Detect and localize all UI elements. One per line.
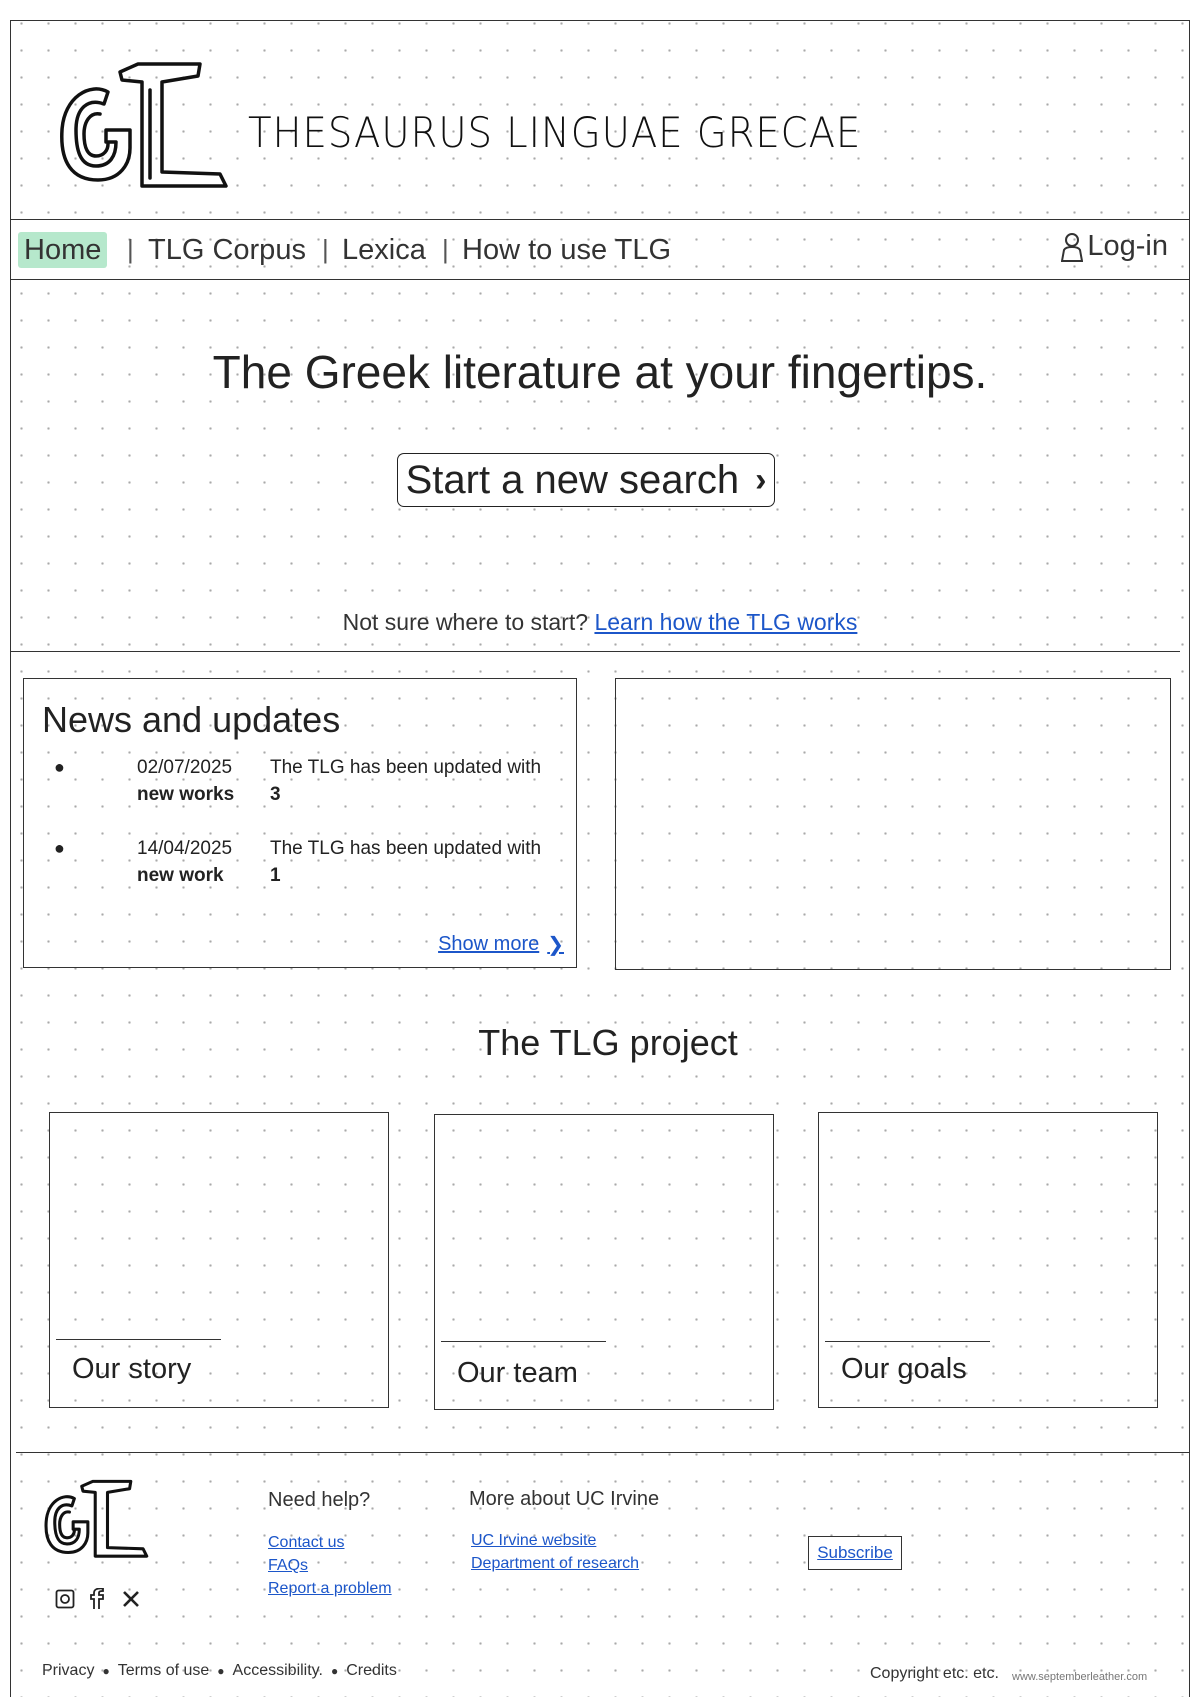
footer-help-heading: Need help? [268,1489,371,1511]
project-title: The TLG project [478,1022,738,1063]
footer-uc-heading: More about UC Irvine [469,1488,660,1510]
separator-dot: ● [217,1664,225,1678]
legal-links: Privacy ● Terms of use ● Accessibility. … [42,1662,397,1680]
nav-separator: | [442,234,449,264]
card-our-goals[interactable]: Our goals [818,1112,1158,1408]
tlg-logo[interactable] [50,52,230,202]
copyright-text: Copyright etc. etc. [870,1665,999,1682]
department-research-link[interactable]: Department of research [471,1555,639,1573]
card-divider [825,1341,990,1342]
separator-dot: ● [330,1664,339,1678]
facebook-icon[interactable] [86,1588,108,1610]
subscribe-button[interactable]: Subscribe [808,1536,902,1570]
bullet-icon: ● [54,838,65,858]
x-icon[interactable] [120,1588,142,1610]
help-hint: Not sure where to start? Learn how the T… [0,609,1200,636]
learn-tlg-link[interactable]: Learn how the TLG works [594,609,857,635]
chevron-right-icon: ❯ [547,934,564,956]
nav-item-home[interactable]: Home [18,232,108,268]
chevron-right-icon: › [755,460,767,499]
news-date: 02/07/2025 [137,757,233,778]
nav-item-how-to-use[interactable]: How to use TLG [456,232,677,268]
instagram-icon[interactable] [54,1588,76,1610]
separator-dot: ● [102,1664,110,1678]
footer-divider [16,1452,1190,1453]
nav-separator: | [127,234,134,264]
login-label: Log-in [1087,230,1168,262]
image-placeholder [615,678,1171,970]
news-count: 3 [270,784,281,805]
news-date: 14/04/2025 [137,838,233,859]
show-more-label: Show more [438,933,540,955]
nav-separator: | [322,234,329,264]
credits-link[interactable]: Credits [346,1662,397,1680]
news-panel: News and updates ● 02/07/2025 The TLG ha… [23,678,577,968]
card-our-story[interactable]: Our story [49,1112,389,1408]
divider [10,651,1180,652]
show-more-link[interactable]: Show more ❯ [438,932,564,957]
card-divider [56,1339,221,1340]
user-icon [1061,232,1084,262]
news-unit: new works [137,784,235,805]
footer-tlg-logo[interactable] [38,1474,150,1566]
news-unit: new work [137,865,224,886]
faqs-link[interactable]: FAQs [268,1557,308,1575]
watermark: www.septemberleather.com [1012,1671,1148,1683]
card-label: Our story [72,1353,192,1385]
bullet-icon: ● [54,757,65,777]
main-nav: Home | TLG Corpus | Lexica | How to use … [10,220,1190,280]
news-title: News and updates [42,699,341,740]
accessibility-link[interactable]: Accessibility. [233,1662,323,1680]
news-text: The TLG has been updated with [270,757,542,778]
nav-item-tlg-corpus[interactable]: TLG Corpus [142,232,312,268]
site-title: THESAURUS LINGUAE GRECAE [248,108,862,157]
start-search-button[interactable]: Start a new search › [397,453,775,507]
card-label: Our team [457,1357,578,1389]
nav-item-lexica[interactable]: Lexica [336,232,432,268]
uc-irvine-link[interactable]: UC Irvine website [471,1532,596,1550]
login-button[interactable]: Log-in [1061,230,1168,263]
search-button-label: Start a new search [405,457,740,502]
hero-headline: The Greek literature at your fingertips. [212,346,988,398]
card-our-team[interactable]: Our team [434,1114,774,1410]
report-problem-link[interactable]: Report a problem [268,1580,392,1598]
hint-text: Not sure where to start? [342,609,589,635]
site-header: THESAURUS LINGUAE GRECAE [10,20,1190,220]
card-divider [441,1341,606,1342]
card-label: Our goals [841,1353,967,1385]
news-text: The TLG has been updated with [270,838,542,859]
news-count: 1 [270,865,281,886]
contact-us-link[interactable]: Contact us [268,1534,344,1552]
privacy-link[interactable]: Privacy [42,1662,94,1680]
terms-link[interactable]: Terms of use [118,1662,210,1680]
